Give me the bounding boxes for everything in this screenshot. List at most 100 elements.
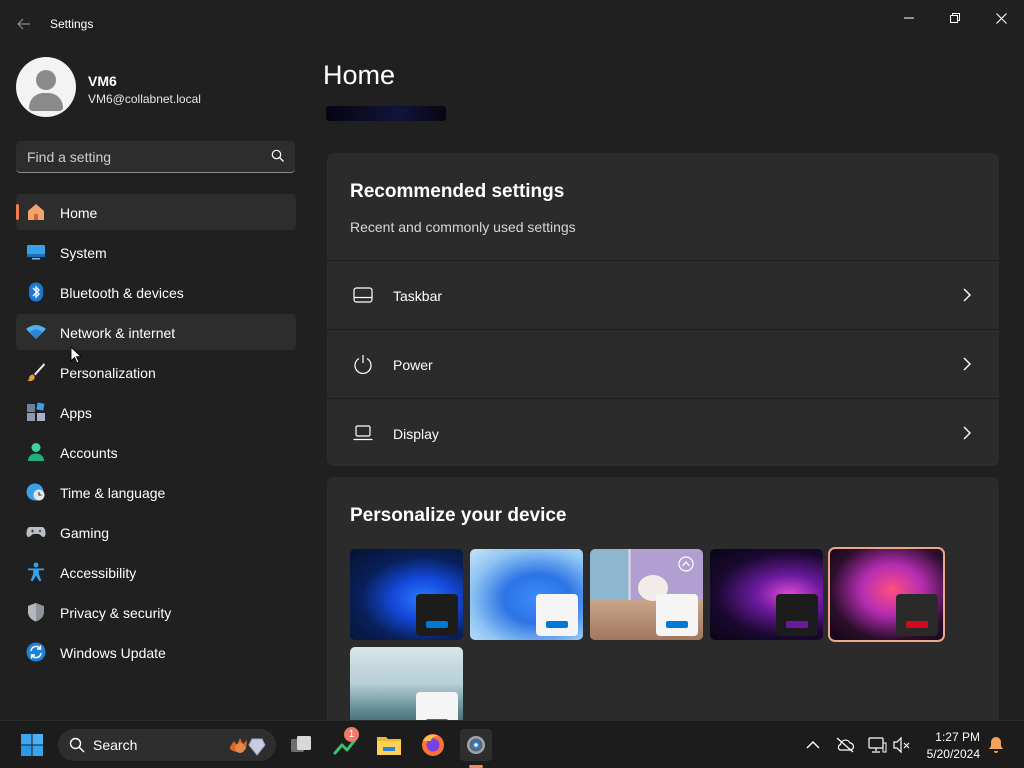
- close-button[interactable]: [978, 4, 1024, 32]
- monitor-icon: [27, 245, 45, 260]
- sidebar-item-label: Gaming: [60, 525, 110, 541]
- sidebar-item-apps[interactable]: Apps: [16, 394, 296, 430]
- file-explorer-button[interactable]: [373, 729, 405, 761]
- paintbrush-icon: [27, 363, 45, 382]
- network-icon[interactable]: [867, 735, 887, 755]
- taskbar-search[interactable]: Search: [58, 729, 276, 761]
- recommended-row-power[interactable]: Power: [327, 329, 999, 397]
- theme-thumbnail[interactable]: [470, 549, 583, 640]
- firefox-button[interactable]: [417, 729, 449, 761]
- sidebar-item-label: Accounts: [60, 445, 118, 461]
- taskbar: Search 1 1:27 PM 5/20/2024: [0, 720, 1024, 768]
- sidebar-item-personalization[interactable]: Personalization: [16, 354, 296, 390]
- clock-time[interactable]: 1:27 PM: [928, 730, 980, 744]
- minimize-button[interactable]: [886, 4, 932, 32]
- back-button[interactable]: [12, 12, 36, 36]
- recommended-row-display[interactable]: Display: [327, 398, 999, 466]
- firefox-icon: [422, 734, 444, 756]
- theme-accent: [786, 621, 808, 628]
- close-icon: [995, 12, 1007, 24]
- theme-thumbnail[interactable]: [590, 549, 703, 640]
- sidebar-item-label: Personalization: [60, 365, 156, 381]
- apps-icon: [27, 402, 45, 421]
- user-email: VM6@collabnet.local: [88, 92, 201, 106]
- recommended-title: Recommended settings: [350, 181, 565, 202]
- taskbar-icon: [353, 287, 373, 303]
- update-icon: [26, 642, 46, 662]
- sidebar-item-bluetooth[interactable]: Bluetooth & devices: [16, 274, 296, 310]
- row-label: Power: [393, 357, 433, 373]
- wifi-icon: [26, 325, 46, 339]
- bell-icon[interactable]: [986, 735, 1006, 755]
- bluetooth-icon: [29, 282, 43, 302]
- sidebar-item-label: Accessibility: [60, 565, 137, 581]
- person-icon: [28, 443, 44, 461]
- power-icon: [354, 355, 372, 374]
- theme-thumbnail[interactable]: [710, 549, 823, 640]
- sidebar-item-label: Windows Update: [60, 645, 166, 661]
- sidebar-item-network[interactable]: Network & internet: [16, 314, 296, 350]
- sidebar-item-label: Network & internet: [60, 325, 176, 341]
- chevron-right-icon: [963, 426, 971, 440]
- cloud-off-icon[interactable]: [835, 735, 855, 755]
- file-explorer-icon: [377, 737, 401, 755]
- search-highlight-icon: [230, 738, 266, 756]
- maximize-button[interactable]: [932, 4, 978, 32]
- settings-gear-icon: [467, 736, 485, 754]
- theme-accent: [426, 621, 448, 628]
- sidebar-item-label: Bluetooth & devices: [60, 285, 184, 301]
- sidebar-item-accounts[interactable]: Accounts: [16, 434, 296, 470]
- settings-taskbar-button[interactable]: [460, 729, 492, 761]
- chevron-right-icon: [963, 288, 971, 302]
- chevron-up-icon[interactable]: [803, 735, 823, 755]
- app-title: Settings: [50, 17, 94, 31]
- sidebar-item-system[interactable]: System: [16, 234, 296, 270]
- sidebar-item-label: Privacy & security: [60, 605, 172, 621]
- accessibility-icon: [28, 562, 44, 581]
- recommended-subtitle: Recent and commonly used settings: [350, 219, 576, 235]
- theme-accent: [666, 621, 688, 628]
- theme-thumbnail[interactable]: [350, 549, 463, 640]
- sidebar-item-accessibility[interactable]: Accessibility: [16, 554, 296, 590]
- sidebar-item-label: Apps: [60, 405, 92, 421]
- sidebar-item-home[interactable]: Home: [16, 194, 296, 230]
- device-banner: [326, 106, 446, 121]
- personalize-card: Personalize your device: [327, 477, 999, 738]
- rotating-wallpaper-icon: [678, 556, 694, 572]
- sidebar-item-privacy[interactable]: Privacy & security: [16, 594, 296, 630]
- theme-thumbnail-selected[interactable]: [828, 547, 945, 642]
- sidebar-item-label: Time & language: [60, 485, 166, 501]
- home-icon: [28, 204, 44, 220]
- row-label: Taskbar: [393, 288, 443, 304]
- sidebar-item-label: System: [60, 245, 107, 261]
- task-view-button[interactable]: [285, 729, 317, 761]
- notification-badge: 1: [344, 727, 359, 742]
- globe-clock-icon: [26, 483, 45, 501]
- shield-icon: [28, 603, 44, 622]
- sidebar-nav: Home System Bluetooth & devices Network …: [16, 194, 296, 674]
- sidebar-item-gaming[interactable]: Gaming: [16, 514, 296, 550]
- recommended-row-taskbar[interactable]: Taskbar: [327, 260, 999, 328]
- search-icon[interactable]: [271, 149, 285, 163]
- taskbar-search-label: Search: [93, 737, 138, 753]
- theme-accent: [546, 621, 568, 628]
- page-title: Home: [323, 60, 396, 90]
- laptop-icon: [353, 425, 373, 441]
- sidebar-item-windows-update[interactable]: Windows Update: [16, 634, 296, 670]
- search-icon: [69, 737, 85, 753]
- title-bar: Settings: [0, 0, 1024, 48]
- selection-indicator: [16, 204, 19, 220]
- search-input[interactable]: [16, 141, 266, 172]
- user-avatar-icon: [16, 57, 76, 117]
- row-label: Display: [393, 426, 439, 442]
- sidebar-item-time-language[interactable]: Time & language: [16, 474, 296, 510]
- windows-start-icon: [21, 734, 43, 756]
- volume-muted-icon[interactable]: [892, 735, 912, 755]
- clock-date[interactable]: 5/20/2024: [924, 747, 980, 761]
- sidebar-item-label: Home: [60, 205, 98, 221]
- mouse-cursor-icon: [70, 346, 82, 364]
- start-button[interactable]: [16, 729, 48, 761]
- find-setting-search[interactable]: [16, 141, 295, 173]
- arrow-left-icon: [17, 18, 30, 30]
- personalize-title: Personalize your device: [350, 505, 567, 526]
